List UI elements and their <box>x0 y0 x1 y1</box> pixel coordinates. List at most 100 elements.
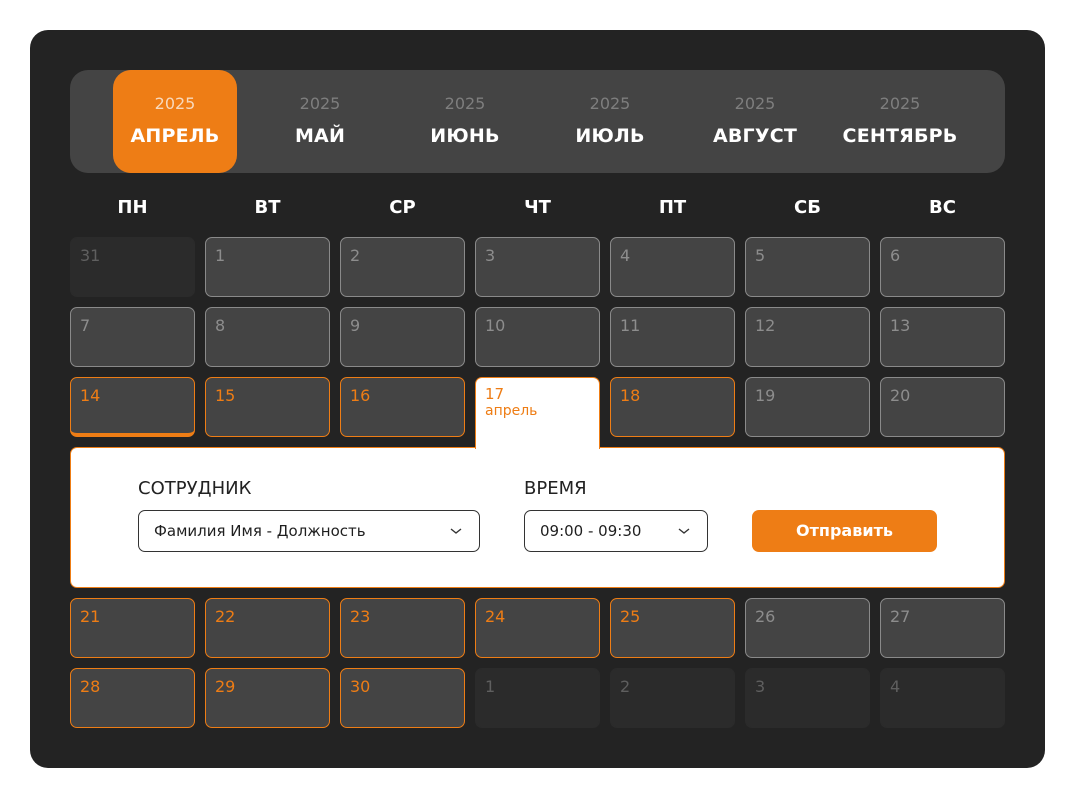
day-number: 30 <box>350 677 371 696</box>
day-cell[interactable]: 15 <box>205 377 330 437</box>
day-cell: 8 <box>205 307 330 367</box>
day-cell[interactable]: 25 <box>610 598 735 658</box>
day-number: 21 <box>80 607 101 626</box>
day-number: 3 <box>485 246 496 265</box>
weekday-header: ПТ <box>658 197 687 218</box>
month-tab[interactable]: 2025 ИЮНЬ <box>403 70 527 173</box>
month-name: ИЮНЬ <box>430 125 500 147</box>
day-cell: 4 <box>880 668 1005 728</box>
month-name: ИЮЛЬ <box>575 125 645 147</box>
weekday-header: ЧТ <box>524 197 551 218</box>
day-cell: 4 <box>610 237 735 297</box>
day-number: 12 <box>755 316 776 335</box>
selected-day-cell[interactable]: 17 апрель <box>475 377 600 449</box>
day-cell: 27 <box>880 598 1005 658</box>
day-cell[interactable]: 18 <box>610 377 735 437</box>
day-number: 2 <box>350 246 361 265</box>
chevron-down-icon <box>678 528 690 534</box>
day-cell[interactable]: 28 <box>70 668 195 728</box>
month-name: АВГУСТ <box>712 125 798 147</box>
day-cell[interactable]: 24 <box>475 598 600 658</box>
day-number: 26 <box>755 607 776 626</box>
day-number: 17 <box>485 385 505 403</box>
time-label: ВРЕМЯ <box>524 478 587 499</box>
weekday-header: ВС <box>929 197 956 218</box>
month-year: 2025 <box>879 94 921 113</box>
day-cell[interactable]: 30 <box>340 668 465 728</box>
chevron-down-icon <box>450 528 462 534</box>
day-cell: 10 <box>475 307 600 367</box>
day-number: 18 <box>620 386 641 405</box>
month-tab[interactable]: 2025 СЕНТЯБРЬ <box>838 70 962 173</box>
day-number: 19 <box>755 386 776 405</box>
day-cell: 13 <box>880 307 1005 367</box>
day-cell: 5 <box>745 237 870 297</box>
day-number: 15 <box>215 386 236 405</box>
booking-form: СОТРУДНИК Фамилия Имя - Должность ВРЕМЯ … <box>70 447 1005 588</box>
day-number: 8 <box>215 316 226 335</box>
employee-label: СОТРУДНИК <box>138 478 252 499</box>
day-cell: 3 <box>745 668 870 728</box>
day-number: 25 <box>620 607 641 626</box>
day-number: 20 <box>890 386 911 405</box>
day-number: 27 <box>890 607 911 626</box>
day-number: 23 <box>350 607 371 626</box>
day-cell: 19 <box>745 377 870 437</box>
day-number: 10 <box>485 316 506 335</box>
day-cell: 1 <box>475 668 600 728</box>
day-number: 13 <box>890 316 911 335</box>
time-select[interactable]: 09:00 - 09:30 <box>524 510 708 552</box>
weekday-header: СБ <box>794 197 821 218</box>
day-cell[interactable]: 16 <box>340 377 465 437</box>
day-cell[interactable]: 23 <box>340 598 465 658</box>
day-number: 14 <box>80 386 101 405</box>
day-cell: 20 <box>880 377 1005 437</box>
day-cell[interactable]: 29 <box>205 668 330 728</box>
month-tab[interactable]: 2025 ИЮЛЬ <box>548 70 672 173</box>
day-cell: 11 <box>610 307 735 367</box>
day-number: 24 <box>485 607 506 626</box>
day-number: 1 <box>215 246 226 265</box>
day-number: 28 <box>80 677 101 696</box>
day-number: 6 <box>890 246 901 265</box>
month-year: 2025 <box>299 94 341 113</box>
weekday-header: СР <box>389 197 416 218</box>
day-cell: 2 <box>340 237 465 297</box>
day-cell[interactable]: 22 <box>205 598 330 658</box>
month-year: 2025 <box>444 94 486 113</box>
day-number: 7 <box>80 316 91 335</box>
month-tab[interactable]: 2025 МАЙ <box>258 70 382 173</box>
month-tab[interactable]: 2025 АПРЕЛЬ <box>113 70 237 173</box>
day-cell: 9 <box>340 307 465 367</box>
month-year: 2025 <box>734 94 776 113</box>
day-cell: 6 <box>880 237 1005 297</box>
employee-select[interactable]: Фамилия Имя - Должность <box>138 510 480 552</box>
day-number: 5 <box>755 246 766 265</box>
month-name: АПРЕЛЬ <box>130 125 220 147</box>
weekday-header: ПН <box>117 197 148 218</box>
day-number: 16 <box>350 386 371 405</box>
day-number: 1 <box>485 677 496 696</box>
day-number: 4 <box>890 677 901 696</box>
month-year: 2025 <box>154 94 196 113</box>
month-year: 2025 <box>589 94 631 113</box>
day-number: 22 <box>215 607 236 626</box>
day-cell: 26 <box>745 598 870 658</box>
day-number: 3 <box>755 677 766 696</box>
month-name: МАЙ <box>294 125 346 147</box>
submit-button[interactable]: Отправить <box>752 510 937 552</box>
day-number: 4 <box>620 246 631 265</box>
day-cell: 3 <box>475 237 600 297</box>
day-cell: 12 <box>745 307 870 367</box>
month-tab[interactable]: 2025 АВГУСТ <box>693 70 817 173</box>
weekday-header: ВТ <box>254 197 281 218</box>
month-name: СЕНТЯБРЬ <box>842 125 958 147</box>
day-cell: 7 <box>70 307 195 367</box>
day-cell[interactable]: 14 <box>70 377 195 437</box>
day-month-label: апрель <box>485 403 538 419</box>
day-cell: 1 <box>205 237 330 297</box>
day-number: 29 <box>215 677 236 696</box>
day-cell: 2 <box>610 668 735 728</box>
day-cell[interactable]: 21 <box>70 598 195 658</box>
day-number: 31 <box>80 246 101 265</box>
